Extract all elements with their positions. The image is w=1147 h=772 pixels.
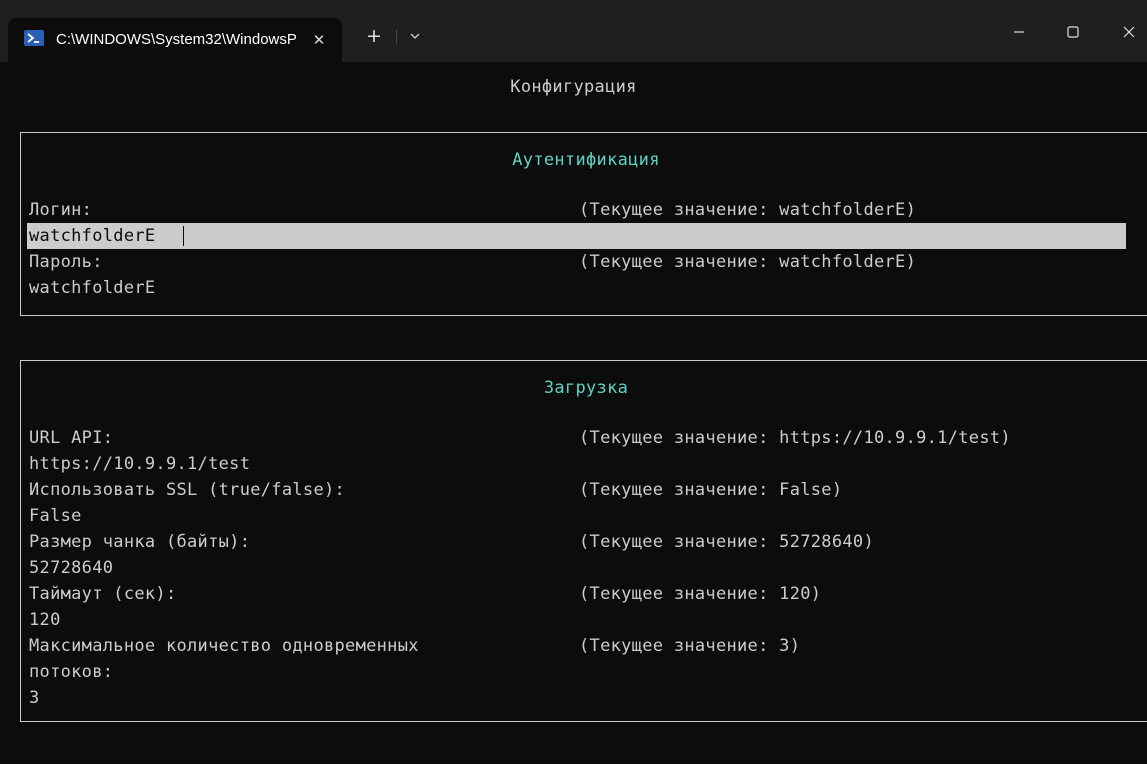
login-label: Логин: <box>29 200 93 220</box>
api-url-label: URL API: <box>29 428 114 448</box>
password-current-value: (Текущее значение: watchfolderE) <box>579 252 917 272</box>
minimize-icon[interactable] <box>996 14 1042 50</box>
titlebar-divider <box>396 30 397 44</box>
auth-panel-title: Аутентификация <box>512 150 660 170</box>
password-input[interactable]: watchfolderE <box>29 275 155 301</box>
login-current-value: (Текущее значение: watchfolderE) <box>579 200 917 220</box>
api-url-current-value: (Текущее значение: https://10.9.9.1/test… <box>579 428 1011 448</box>
timeout-label: Таймаут (сек): <box>29 584 177 604</box>
chunk-size-input[interactable]: 52728640 <box>29 555 113 581</box>
tab-close-icon[interactable]: ✕ <box>306 27 332 53</box>
ssl-label: Использовать SSL (true/false): <box>29 480 346 500</box>
new-tab-button[interactable]: + <box>360 22 388 50</box>
login-input[interactable]: watchfolderE <box>27 223 1126 249</box>
max-threads-label-continued: потоков: <box>29 662 114 682</box>
upload-panel-title: Загрузка <box>543 378 629 398</box>
timeout-current-value: (Текущее значение: 120) <box>579 584 822 604</box>
ssl-current-value: (Текущее значение: False) <box>579 480 843 500</box>
screen-title: Конфигурация <box>510 77 637 97</box>
text-cursor <box>183 226 184 246</box>
maximize-icon[interactable] <box>1050 14 1096 50</box>
timeout-input[interactable]: 120 <box>29 607 61 633</box>
password-label: Пароль: <box>29 252 103 272</box>
api-url-input[interactable]: https://10.9.9.1/test <box>29 451 250 477</box>
close-icon[interactable] <box>1106 14 1147 50</box>
terminal-window: C:\WINDOWS\System32\WindowsPowerShell\v1… <box>0 0 1147 764</box>
max-threads-current-value: (Текущее значение: 3) <box>579 636 801 656</box>
auth-panel: Аутентификация Логин: (Текущее значение:… <box>20 132 1147 316</box>
powershell-icon <box>24 30 44 46</box>
tab-title: C:\WINDOWS\System32\WindowsPowerShell\v1… <box>56 31 296 48</box>
ssl-input[interactable]: False <box>29 503 82 529</box>
max-threads-input[interactable]: 3 <box>29 685 40 711</box>
max-threads-label: Максимальное количество одновременных <box>29 636 419 656</box>
chevron-down-icon[interactable] <box>404 22 426 50</box>
title-bar: C:\WINDOWS\System32\WindowsPowerShell\v1… <box>0 0 1147 62</box>
chunk-size-label: Размер чанка (байты): <box>29 532 251 552</box>
chunk-size-current-value: (Текущее значение: 52728640) <box>579 532 874 552</box>
terminal-content: Конфигурация Аутентификация Логин: (Теку… <box>0 62 1147 764</box>
login-input-text: watchfolderE <box>29 226 156 246</box>
upload-panel: Загрузка URL API: (Текущее значение: htt… <box>20 360 1147 722</box>
terminal-tab[interactable]: C:\WINDOWS\System32\WindowsPowerShell\v1… <box>8 18 342 62</box>
